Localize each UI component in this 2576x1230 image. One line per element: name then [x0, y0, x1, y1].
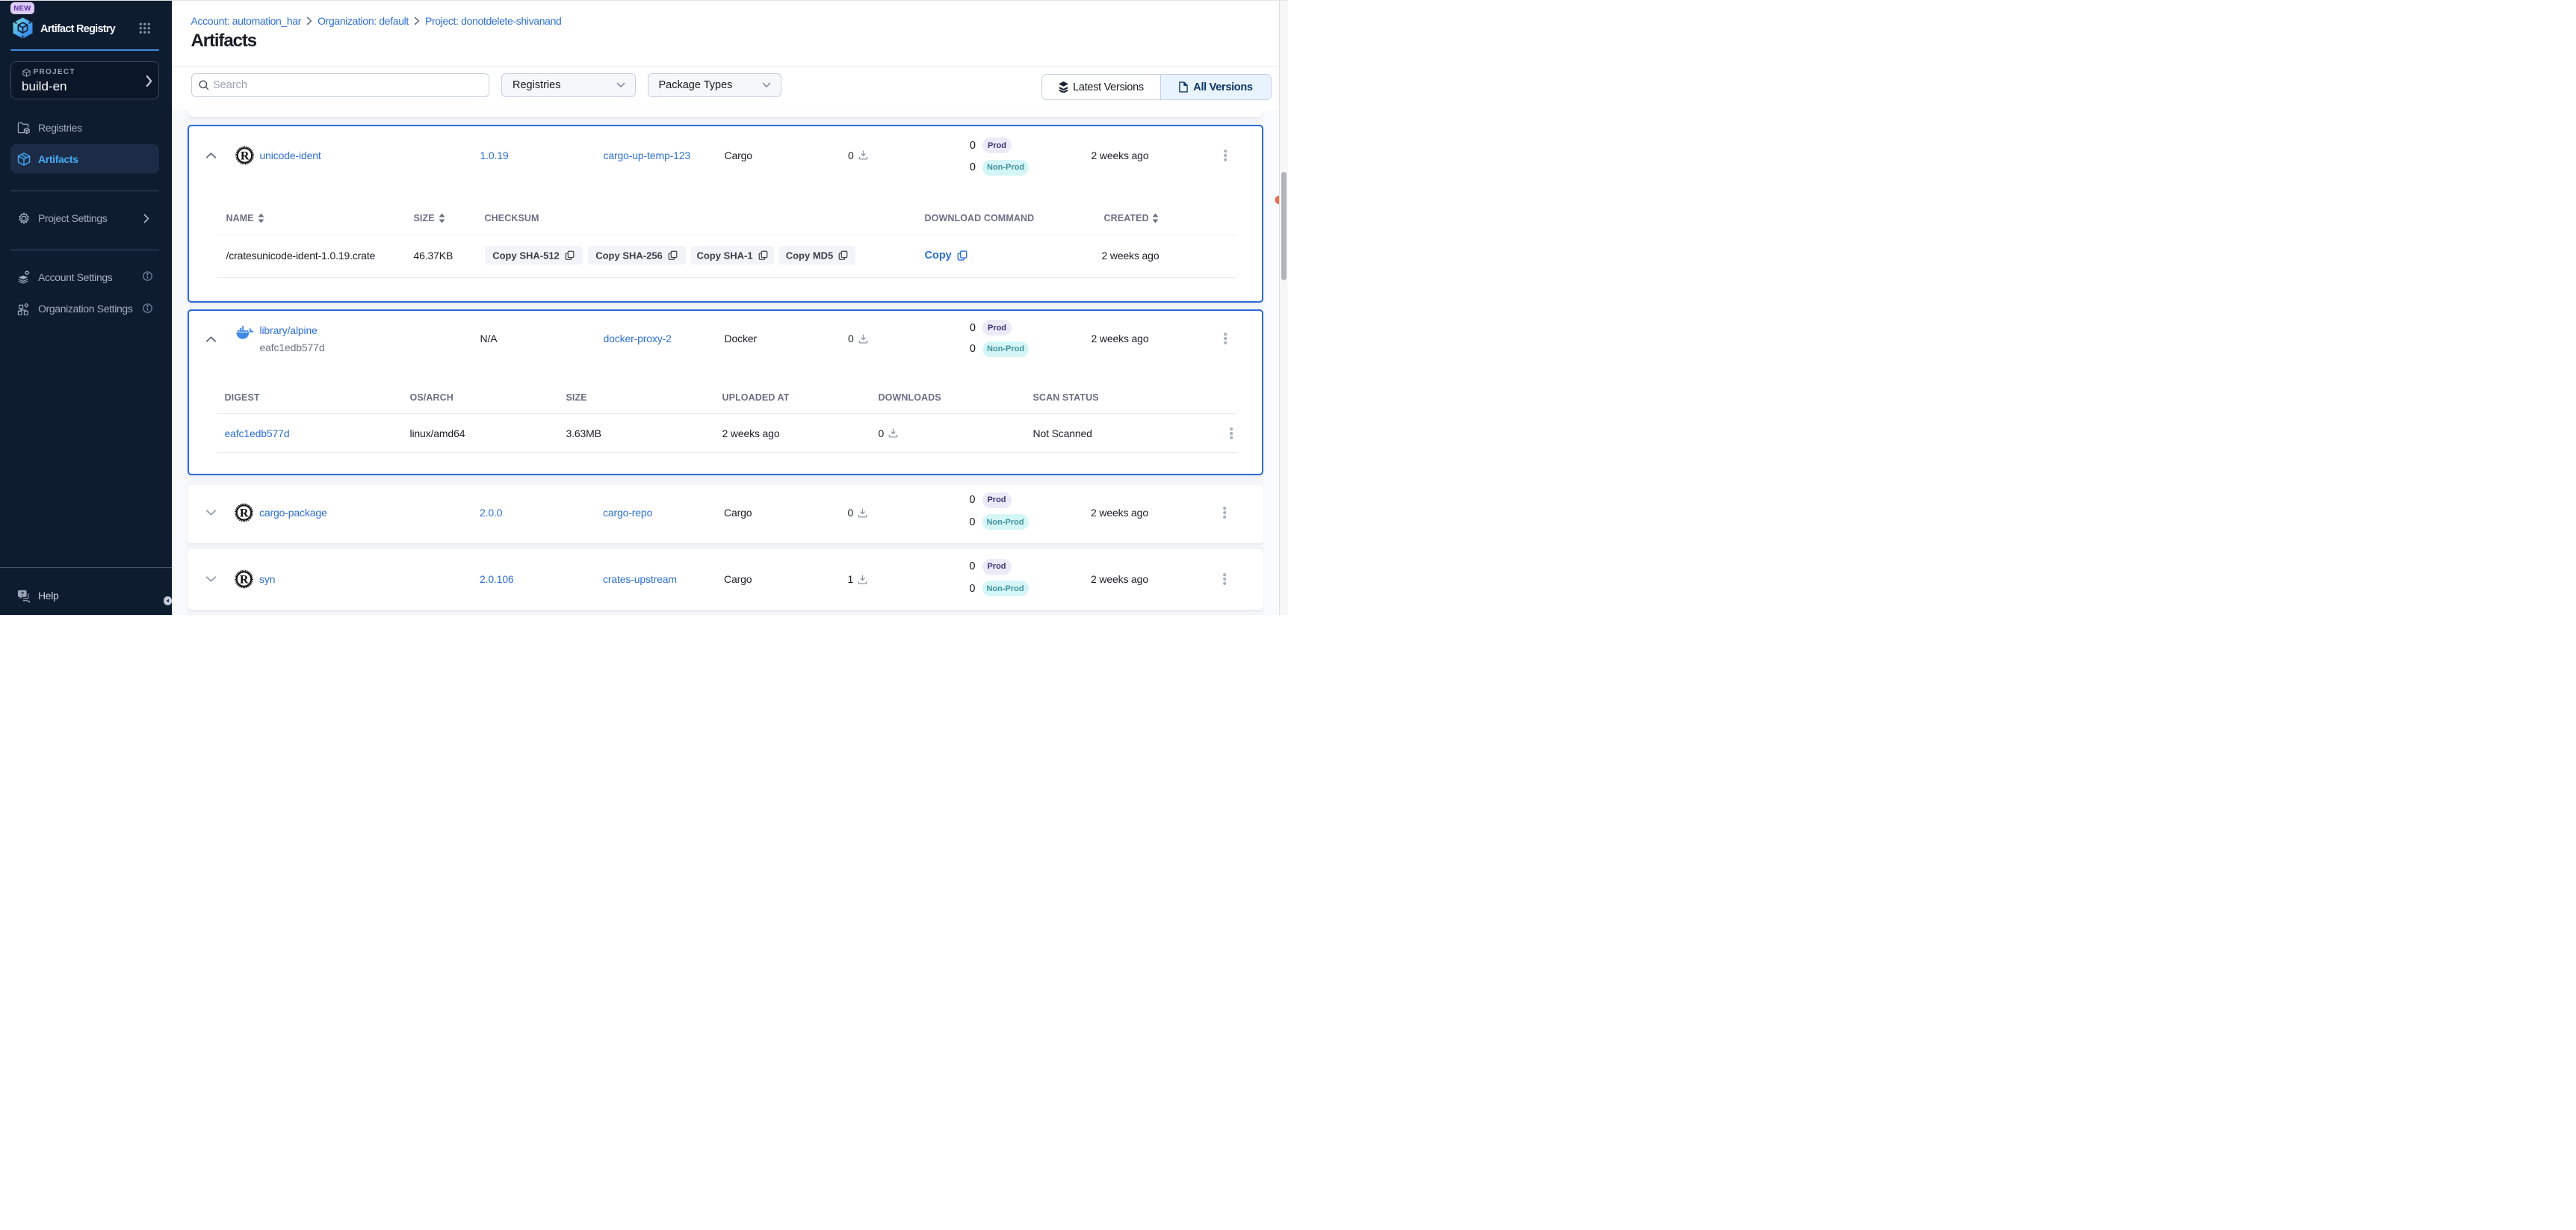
svg-text:R: R: [241, 149, 250, 162]
svg-text:R: R: [239, 574, 248, 587]
svg-text:R: R: [239, 507, 248, 520]
svg-text:?: ?: [21, 590, 25, 597]
